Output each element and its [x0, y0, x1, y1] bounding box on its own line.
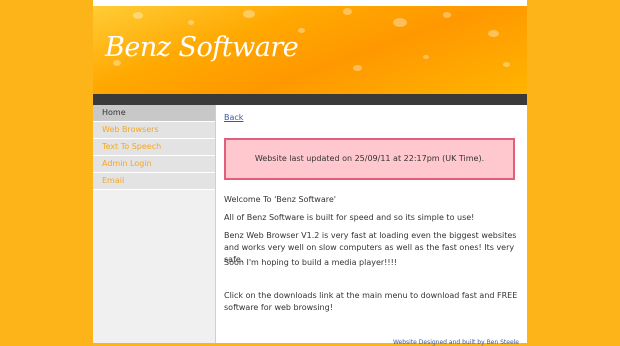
nav-item-home[interactable]: Home — [93, 105, 215, 122]
back-link[interactable]: Back — [224, 113, 243, 122]
last-updated-notice: Website last updated on 25/09/11 at 22:1… — [224, 138, 515, 180]
welcome-text: Welcome To 'Benz Software' — [224, 195, 336, 204]
media-player-text: Soon I'm hoping to build a media player!… — [224, 258, 398, 267]
header-divider-bar — [93, 94, 527, 105]
sidebar-divider — [215, 105, 216, 343]
header-top-strip — [93, 0, 527, 6]
main-content: Back Website last updated on 25/09/11 at… — [223, 105, 523, 346]
page-container: Benz Software Home Web Browsers Text To … — [93, 0, 527, 346]
speed-text: All of Benz Software is built for speed … — [224, 213, 475, 222]
downloads-text: Click on the downloads link at the main … — [224, 291, 518, 312]
nav-item-web-browsers[interactable]: Web Browsers — [93, 122, 215, 139]
sidebar-nav: Home Web Browsers Text To Speech Admin L… — [93, 105, 215, 343]
nav-item-admin-login[interactable]: Admin Login — [93, 156, 215, 173]
brand-title: Benz Software — [105, 32, 299, 63]
nav-item-text-to-speech[interactable]: Text To Speech — [93, 139, 215, 156]
nav-item-email[interactable]: Email — [93, 173, 215, 190]
header-banner: Benz Software — [93, 0, 527, 94]
